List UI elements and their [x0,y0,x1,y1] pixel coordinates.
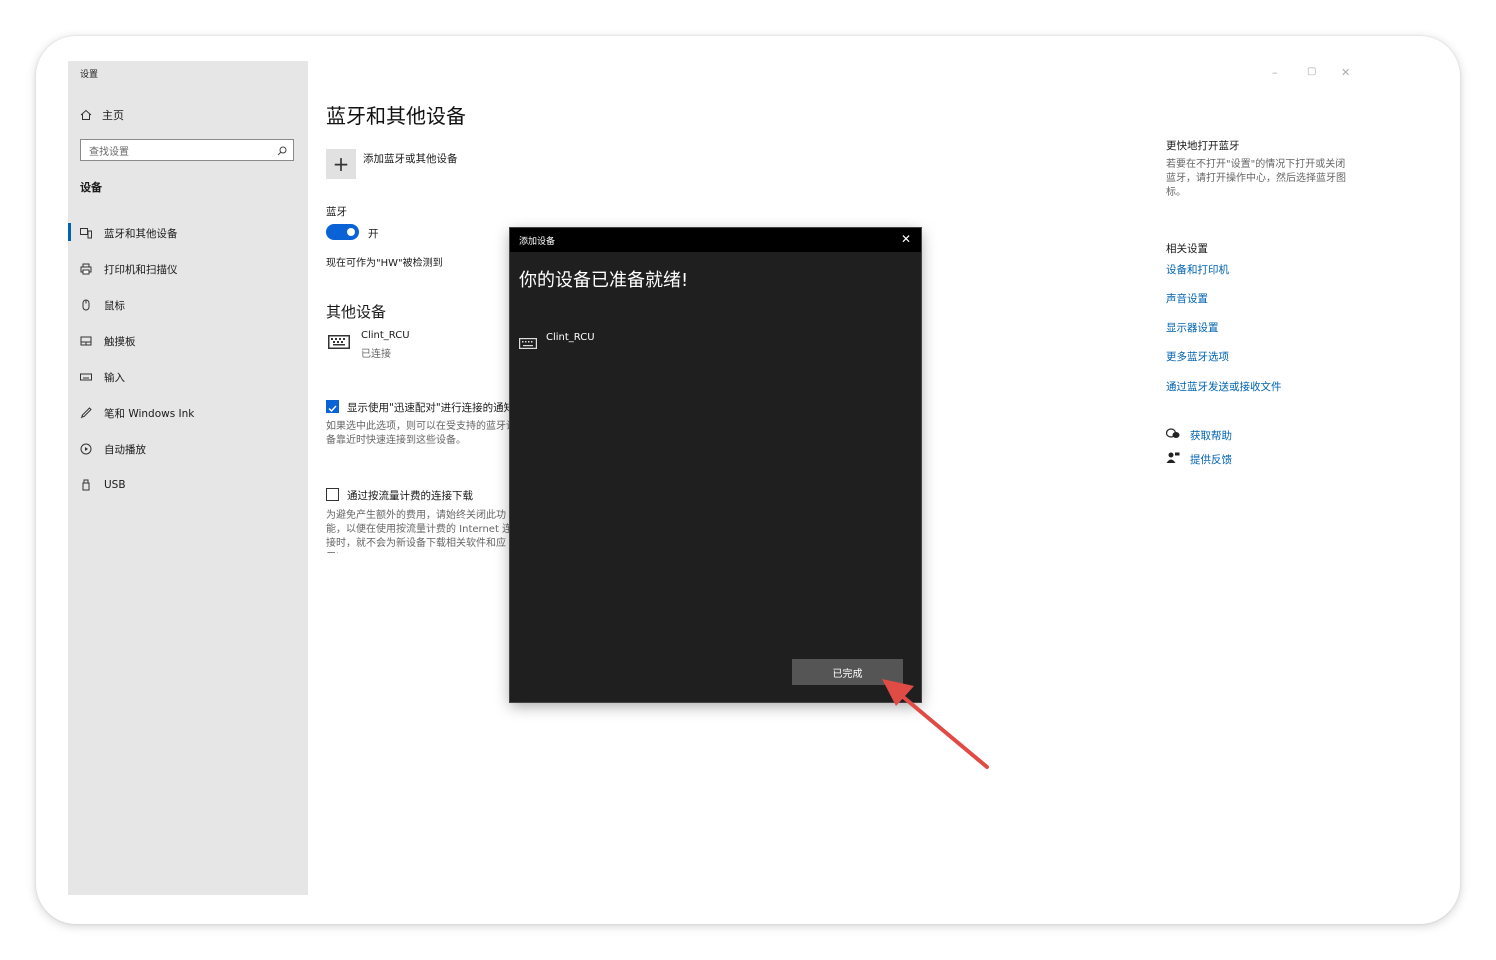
keyboard-icon [80,371,92,383]
swift-pair-description: 如果选中此选项，则可以在受支持的蓝牙设备靠近时快速连接到这些设备。 [326,421,516,446]
related-settings-title: 相关设置 [1166,243,1208,255]
dialog-title: 添加设备 [519,237,556,247]
close-button[interactable]: ✕ [1341,66,1350,79]
minimize-button[interactable]: – [1272,66,1278,79]
sidebar-item-input[interactable]: 输入 [68,359,308,395]
sidebar-item-label: 打印机和扫描仪 [104,263,178,276]
section-label: 设备 [80,181,102,194]
sidebar-item-label: 触摸板 [104,335,136,348]
autoplay-icon [80,443,92,455]
done-button[interactable]: 已完成 [792,659,903,685]
pen-icon [80,407,92,419]
link-send-receive-files[interactable]: 通过蓝牙发送或接收文件 [1166,379,1282,394]
link-sound-settings[interactable]: 声音设置 [1166,291,1208,306]
maximize-button[interactable]: ▢ [1307,66,1316,77]
sidebar-item-label: 笔和 Windows Ink [104,407,195,420]
dialog-heading: 你的设备已准备就绪! [519,270,689,291]
add-device-button[interactable]: + [326,149,356,179]
quick-bluetooth-desc: 若要在不打开"设置"的情况下打开或关闭蓝牙，请打开操作中心，然后选择蓝牙图标。 [1166,159,1346,198]
sidebar-item-mouse[interactable]: 鼠标 [68,287,308,323]
sidebar-item-pen[interactable]: 笔和 Windows Ink [68,395,308,431]
plus-icon: + [332,152,350,176]
metered-label[interactable]: 通过按流量计费的连接下载 [347,488,473,503]
quick-bluetooth-title: 更快地打开蓝牙 [1166,140,1240,152]
sidebar-item-autoplay[interactable]: 自动播放 [68,431,308,467]
device-status: 已连接 [361,349,391,360]
sidebar-item-usb[interactable]: USB [68,467,308,503]
device-name[interactable]: Clint_RCU [361,330,410,341]
sidebar-item-label: 自动播放 [104,443,146,456]
nav-list: 蓝牙和其他设备 打印机和扫描仪 鼠标 触摸板 输入 笔和 Windows Ink… [68,215,308,503]
get-help-label: 获取帮助 [1190,430,1232,442]
link-more-bluetooth[interactable]: 更多蓝牙选项 [1166,349,1229,364]
bluetooth-devices-icon [80,227,92,239]
feedback-label: 提供反馈 [1190,454,1232,466]
other-devices-title: 其他设备 [326,303,387,321]
home-icon [80,109,92,121]
metered-description: 为避免产生额外的费用，请始终关闭此功能，以便在使用按流量计费的 Internet… [326,510,513,553]
sidebar-item-label: USB [104,479,126,491]
search-input[interactable]: 查找设置 [80,139,294,161]
sidebar-item-label: 输入 [104,371,125,384]
app-title: 设置 [80,70,99,80]
feedback-link[interactable]: 提供反馈 [1166,452,1232,467]
get-help-link[interactable]: 获取帮助 [1165,428,1232,443]
discoverable-text: 现在可作为"HW"被检测到 [326,258,443,269]
mouse-icon [80,299,92,311]
bluetooth-toggle[interactable] [326,224,359,240]
search-icon[interactable] [277,141,287,160]
help-icon [1165,428,1180,443]
add-device-label[interactable]: 添加蓝牙或其他设备 [363,151,458,166]
feedback-icon [1166,452,1180,467]
sidebar-item-bluetooth[interactable]: 蓝牙和其他设备 [68,215,308,251]
dialog-titlebar: 添加设备 ✕ [510,228,921,252]
bluetooth-label: 蓝牙 [326,206,347,218]
bluetooth-state: 开 [368,228,379,240]
screenshot-frame: 设置 主页 查找设置 设备 蓝牙和其他设备 打印机和扫描仪 鼠标 触摸板 输入 … [36,36,1460,924]
sidebar-item-printers[interactable]: 打印机和扫描仪 [68,251,308,287]
metered-checkbox[interactable] [326,488,339,501]
usb-icon [80,479,92,491]
add-device-dialog: 添加设备 ✕ 你的设备已准备就绪! Clint_RCU 已完成 [510,228,921,702]
swift-pair-label[interactable]: 显示使用"迅速配对"进行连接的通知 [347,400,527,415]
sidebar-item-label: 鼠标 [104,299,125,312]
printer-icon [80,263,92,275]
nav-home[interactable]: 主页 [80,107,124,123]
keyboard-icon [328,334,350,353]
link-devices-printers[interactable]: 设备和打印机 [1166,262,1229,277]
dialog-close-icon[interactable]: ✕ [901,232,911,246]
sidebar-item-label: 蓝牙和其他设备 [104,227,178,240]
keyboard-icon [519,334,537,353]
checkmark-icon [328,405,337,413]
sidebar-item-touchpad[interactable]: 触摸板 [68,323,308,359]
link-display-settings[interactable]: 显示器设置 [1166,320,1219,335]
touchpad-icon [80,335,92,347]
sidebar: 设置 主页 查找设置 设备 蓝牙和其他设备 打印机和扫描仪 鼠标 触摸板 输入 … [68,61,308,895]
swift-pair-checkbox[interactable] [326,400,339,413]
nav-home-label: 主页 [102,109,124,122]
search-placeholder: 查找设置 [89,146,129,158]
dialog-device-name: Clint_RCU [546,332,595,343]
page-title: 蓝牙和其他设备 [326,104,466,128]
